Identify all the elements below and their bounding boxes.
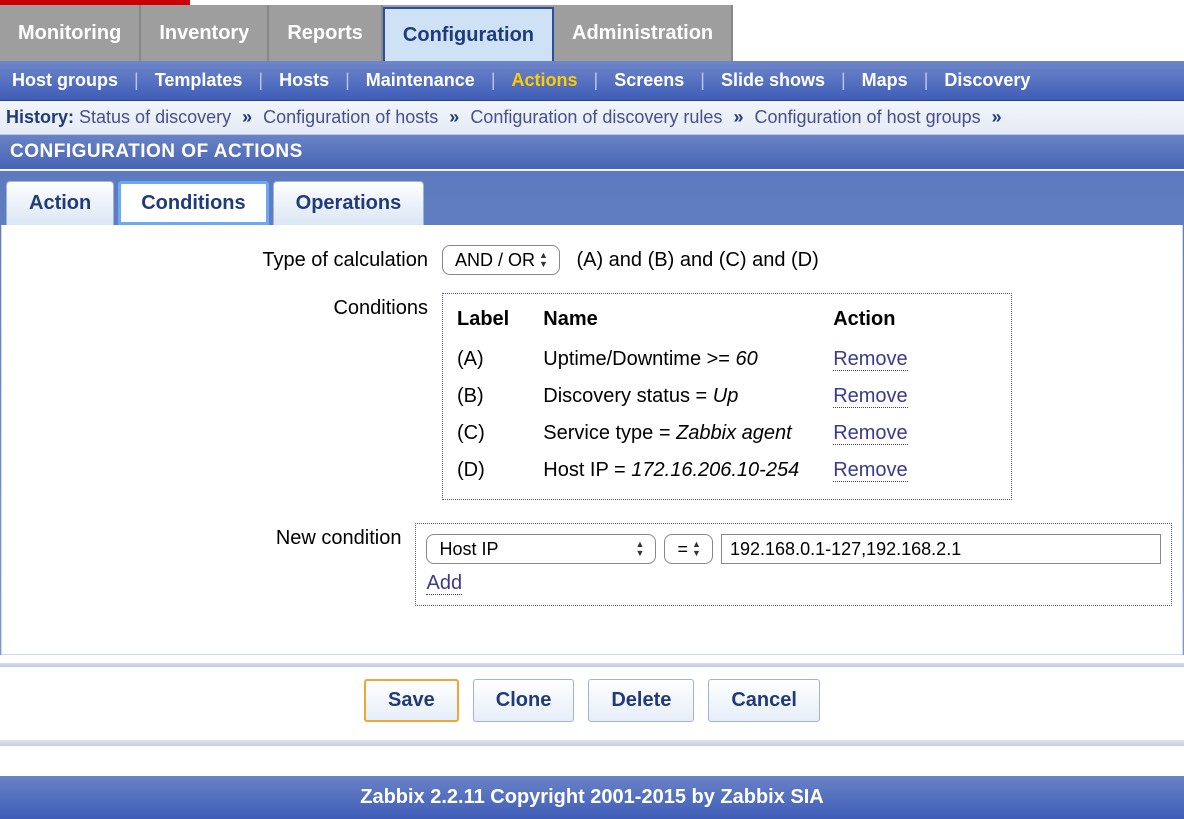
cond-name-value: 60 — [736, 348, 758, 370]
save-button[interactable]: Save — [364, 679, 459, 722]
content-area: Type of calculation AND / OR ▲▼ (A) and … — [1, 225, 1183, 655]
sub-nav-slide-shows[interactable]: Slide shows — [717, 70, 829, 91]
main-nav-monitoring[interactable]: Monitoring — [0, 5, 141, 61]
col-action: Action — [829, 302, 937, 341]
calc-type-select-value: AND / OR — [455, 250, 535, 271]
cond-label: (C) — [453, 415, 539, 452]
page-title: CONFIGURATION OF ACTIONS — [0, 135, 1184, 169]
sub-nav-sep: | — [582, 70, 611, 91]
new-condition-operator-select[interactable]: = ▲▼ — [664, 534, 713, 564]
clone-button[interactable]: Clone — [473, 679, 575, 722]
new-condition-value-input[interactable] — [721, 534, 1161, 564]
history-item[interactable]: Configuration of hosts — [263, 107, 438, 127]
label-conditions: Conditions — [12, 293, 442, 320]
separator — [0, 740, 1184, 746]
select-stepper-icon: ▲▼ — [635, 537, 651, 561]
cond-label: (A) — [453, 341, 539, 378]
new-condition-type-select[interactable]: Host IP ▲▼ — [426, 534, 656, 564]
cond-name-prefix: Uptime/Downtime >= — [543, 348, 735, 370]
remove-link[interactable]: Remove — [833, 459, 907, 482]
main-nav-configuration[interactable]: Configuration — [383, 7, 554, 61]
sub-nav-sep: | — [688, 70, 717, 91]
history-item[interactable]: Status of discovery — [79, 107, 231, 127]
cancel-button[interactable]: Cancel — [708, 679, 820, 722]
table-row: (B) Discovery status = Up Remove — [453, 378, 938, 415]
main-nav-administration[interactable]: Administration — [554, 5, 733, 61]
sub-nav: Host groups| Templates| Hosts| Maintenan… — [0, 61, 1184, 101]
sub-nav-sep: | — [829, 70, 858, 91]
main-nav-fill — [733, 5, 1184, 61]
cond-name: Service type = Zabbix agent — [539, 415, 829, 452]
new-condition-type-value: Host IP — [439, 539, 498, 560]
remove-link[interactable]: Remove — [833, 422, 907, 445]
cond-name-prefix: Discovery status = — [543, 385, 713, 407]
sub-nav-maps[interactable]: Maps — [858, 70, 912, 91]
cond-label: (B) — [453, 378, 539, 415]
sub-nav-discovery[interactable]: Discovery — [940, 70, 1034, 91]
row-conditions: Conditions Label Name Action (A) Uptime/… — [12, 293, 1172, 505]
table-row: (C) Service type = Zabbix agent Remove — [453, 415, 938, 452]
col-label: Label — [453, 302, 539, 341]
history-label: History: — [6, 107, 74, 127]
select-stepper-icon: ▲▼ — [539, 248, 555, 272]
cond-name-value: 172.16.206.10-254 — [631, 459, 799, 481]
remove-link[interactable]: Remove — [833, 348, 907, 371]
history-arrow-icon: » — [727, 107, 749, 127]
new-condition-operator-value: = — [677, 539, 688, 560]
table-row: (A) Uptime/Downtime >= 60 Remove — [453, 341, 938, 378]
label-type-of-calculation: Type of calculation — [12, 245, 442, 272]
history-arrow-icon: » — [443, 107, 465, 127]
sub-nav-sep: | — [479, 70, 508, 91]
calc-description: (A) and (B) and (C) and (D) — [576, 249, 818, 271]
cond-name: Host IP = 172.16.206.10-254 — [539, 452, 829, 489]
calc-type-select[interactable]: AND / OR ▲▼ — [442, 245, 560, 275]
col-name: Name — [539, 302, 829, 341]
cond-name: Discovery status = Up — [539, 378, 829, 415]
sub-nav-templates[interactable]: Templates — [151, 70, 247, 91]
main-nav: Monitoring Inventory Reports Configurati… — [0, 5, 1184, 61]
sub-nav-sep: | — [912, 70, 941, 91]
conditions-table: Label Name Action (A) Uptime/Downtime >=… — [453, 302, 938, 489]
cond-name-value: Zabbix agent — [676, 422, 792, 444]
footer: Zabbix 2.2.11 Copyright 2001-2015 by Zab… — [0, 776, 1184, 819]
tab-conditions[interactable]: Conditions — [118, 181, 268, 225]
tab-operations[interactable]: Operations — [273, 181, 425, 225]
conditions-box: Label Name Action (A) Uptime/Downtime >=… — [442, 293, 1012, 500]
remove-link[interactable]: Remove — [833, 385, 907, 408]
sub-nav-host-groups[interactable]: Host groups — [8, 70, 122, 91]
new-condition-box: Host IP ▲▼ = ▲▼ Add — [415, 523, 1172, 606]
row-new-condition: New condition Host IP ▲▼ = ▲▼ A — [12, 523, 1172, 606]
delete-button[interactable]: Delete — [588, 679, 694, 722]
cond-name-prefix: Host IP = — [543, 459, 631, 481]
button-row: Save Clone Delete Cancel — [0, 667, 1184, 740]
label-new-condition: New condition — [12, 523, 415, 550]
cond-label: (D) — [453, 452, 539, 489]
history-item[interactable]: Configuration of host groups — [754, 107, 980, 127]
conditions-header-row: Label Name Action — [453, 302, 938, 341]
sub-nav-screens[interactable]: Screens — [610, 70, 688, 91]
cond-name: Uptime/Downtime >= 60 — [539, 341, 829, 378]
main-nav-inventory[interactable]: Inventory — [141, 5, 269, 61]
sub-nav-sep: | — [333, 70, 362, 91]
tab-action[interactable]: Action — [6, 181, 114, 225]
sub-nav-sep: | — [122, 70, 151, 91]
inner-tab-wrap: Action Conditions Operations Type of cal… — [0, 170, 1184, 655]
history-bar: History: Status of discovery » Configura… — [0, 101, 1184, 135]
select-stepper-icon: ▲▼ — [692, 537, 708, 561]
sub-nav-hosts[interactable]: Hosts — [275, 70, 333, 91]
sub-nav-sep: | — [246, 70, 275, 91]
table-row: (D) Host IP = 172.16.206.10-254 Remove — [453, 452, 938, 489]
sub-nav-maintenance[interactable]: Maintenance — [362, 70, 479, 91]
add-link[interactable]: Add — [426, 572, 462, 595]
history-arrow-icon: » — [236, 107, 258, 127]
cond-name-value: Up — [713, 385, 739, 407]
sub-nav-actions[interactable]: Actions — [508, 70, 582, 91]
cond-name-prefix: Service type = — [543, 422, 676, 444]
history-item[interactable]: Configuration of discovery rules — [470, 107, 722, 127]
main-nav-reports[interactable]: Reports — [269, 5, 383, 61]
history-arrow-icon: » — [986, 107, 1008, 127]
inner-tabs: Action Conditions Operations — [6, 181, 1184, 225]
row-type-of-calculation: Type of calculation AND / OR ▲▼ (A) and … — [12, 245, 1172, 275]
